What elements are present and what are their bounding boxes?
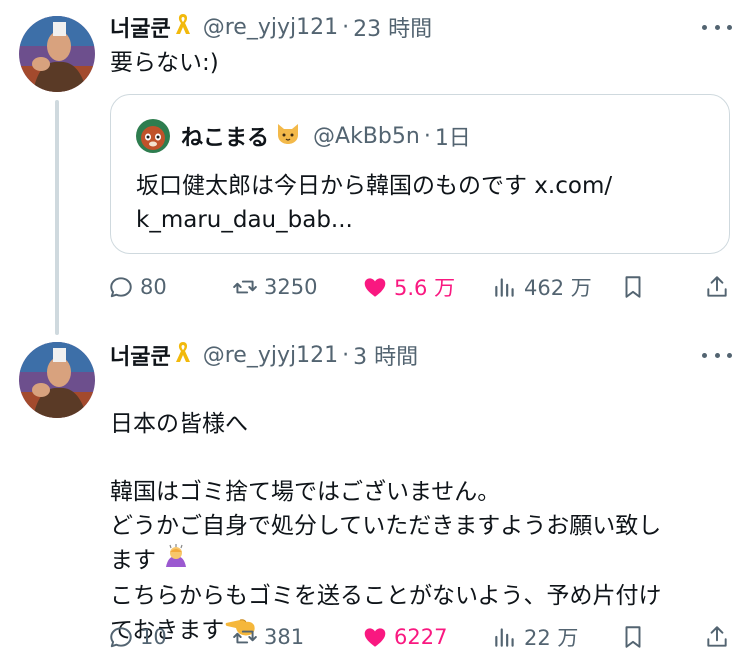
share-icon (707, 626, 727, 647)
text-line: 韓国はゴミ捨て場ではございません。 (110, 479, 501, 505)
retweet-icon (233, 630, 257, 644)
separator: · (342, 342, 350, 368)
yellow-ribbon-icon (175, 340, 191, 370)
action-bar: 10 381 6227 22 万 (108, 619, 732, 655)
views-icon (495, 628, 514, 647)
tweet-header: 너굴쿤 @re_yjyj121 · 23 時間 (110, 12, 432, 42)
views-button[interactable]: 462 万 (492, 269, 592, 305)
separator: · (423, 123, 431, 149)
heart-icon (364, 278, 386, 297)
heart-icon (364, 628, 386, 647)
like-button[interactable]: 5.6 万 (362, 269, 455, 305)
share-button[interactable] (704, 269, 736, 305)
avatar[interactable] (19, 16, 95, 92)
like-count: 5.6 万 (394, 276, 456, 300)
view-count: 462 万 (524, 276, 592, 300)
text-line: ます (110, 547, 156, 574)
quote-text: 坂口健太郎は今日から韓国のものです x.com/ k_maru_dau_bab.… (136, 173, 613, 233)
views-icon (495, 278, 514, 297)
reply-button[interactable]: 10 (108, 619, 167, 655)
timestamp[interactable]: 23 時間 (353, 11, 432, 43)
bookmark-icon (625, 276, 641, 298)
more-options-icon[interactable] (702, 17, 732, 37)
retweet-button[interactable]: 3250 (232, 269, 317, 305)
reply-icon (110, 277, 132, 298)
view-count: 22 万 (524, 626, 579, 650)
bookmark-icon (625, 626, 641, 648)
tweet-text: 日本の皆様へ 韓国はゴミ捨て場ではございません。 どうかご自身で処分していただき… (110, 373, 662, 649)
tweet-text: 要らない:) (110, 50, 219, 76)
reply-count: 80 (140, 275, 167, 299)
more-options-icon[interactable] (702, 345, 732, 365)
share-icon (707, 276, 727, 297)
action-bar: 80 3250 5.6 万 462 万 (108, 269, 732, 305)
like-count: 6227 (394, 625, 448, 649)
avatar[interactable] (19, 342, 95, 418)
handle[interactable]: @re_yjyj121 (203, 343, 338, 368)
quoted-tweet[interactable]: ねこまる @AkBb5n · 1日 坂口健太郎は今日から韓国のものです x.co… (110, 94, 730, 254)
yellow-ribbon-icon (175, 12, 191, 42)
text-line: 日本の皆様へ (110, 411, 248, 437)
timestamp[interactable]: 3 時間 (353, 339, 418, 371)
tweet-header: 너굴쿤 @re_yjyj121 · 3 時間 (110, 340, 418, 370)
quote-header: ねこまる @AkBb5n · 1日 (181, 119, 471, 153)
text-line: こちらからもゴミを送ることがないよう、予め片付け (110, 583, 662, 609)
cat-face-icon (275, 121, 301, 151)
share-button[interactable] (704, 619, 736, 655)
display-name[interactable]: 너굴쿤 (110, 339, 171, 371)
views-button[interactable]: 22 万 (492, 619, 578, 655)
retweet-icon (233, 280, 257, 294)
display-name[interactable]: 너굴쿤 (110, 11, 171, 43)
handle[interactable]: @re_yjyj121 (203, 15, 338, 40)
reply-button[interactable]: 80 (108, 269, 167, 305)
quote-handle[interactable]: @AkBb5n (313, 124, 420, 149)
like-button[interactable]: 6227 (362, 619, 447, 655)
retweet-count: 3250 (264, 275, 318, 299)
tweet[interactable]: 너굴쿤 @re_yjyj121 · 3 時間 日本の皆様へ 韓国はゴミ捨て場では… (0, 335, 750, 672)
quote-timestamp[interactable]: 1日 (435, 120, 471, 152)
bookmark-button[interactable] (620, 619, 652, 655)
reply-count: 10 (140, 625, 167, 649)
retweet-count: 381 (264, 625, 305, 649)
reply-icon (110, 627, 132, 648)
bowing-person-emoji-icon (163, 543, 189, 579)
quote-display-name[interactable]: ねこまる (181, 120, 269, 152)
quote-avatar (136, 119, 170, 153)
thread-line (55, 100, 59, 335)
retweet-button[interactable]: 381 (232, 619, 304, 655)
bookmark-button[interactable] (620, 269, 652, 305)
separator: · (342, 14, 350, 40)
tweet[interactable]: 너굴쿤 @re_yjyj121 · 23 時間 要らない:) ねこまる @AkB… (0, 0, 750, 335)
text-line: どうかご自身で処分していただきますようお願い致し (110, 513, 662, 539)
